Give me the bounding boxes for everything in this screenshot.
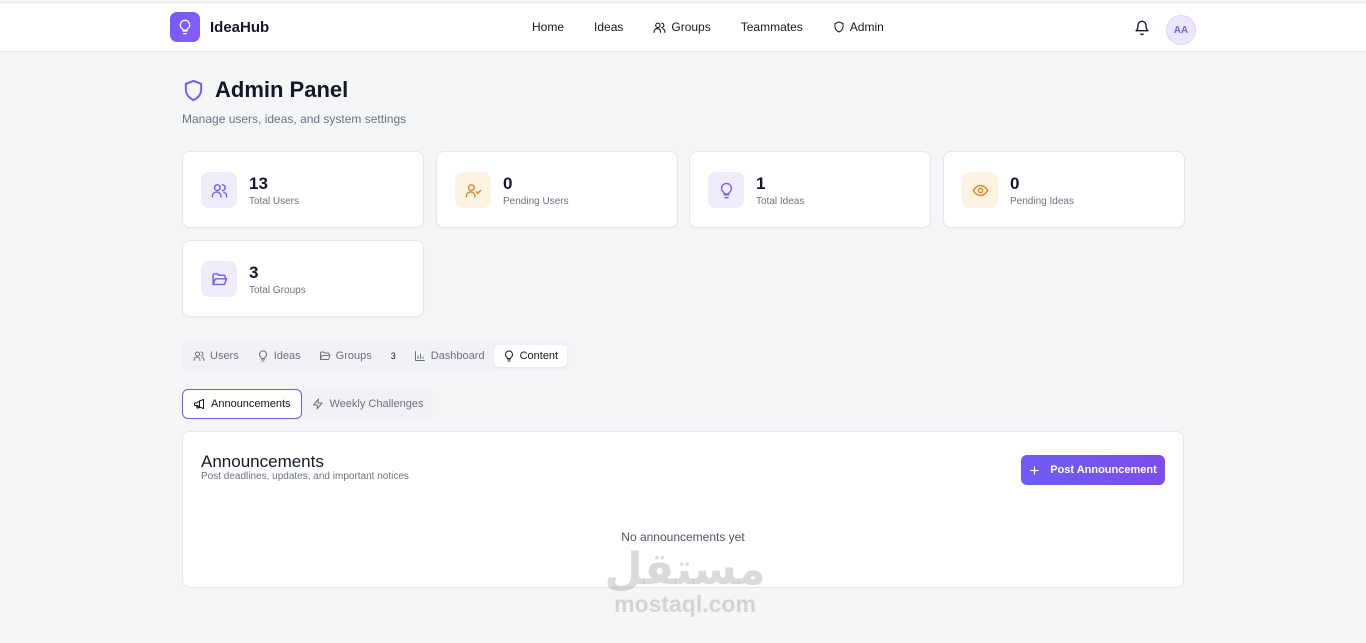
zap-icon: [312, 398, 324, 410]
admin-tabs: Users Ideas Groups 3 Dashboard Content: [182, 341, 570, 371]
page-header: Admin Panel: [182, 77, 348, 103]
nav-admin-label: Admin: [849, 20, 884, 34]
shield-icon: [182, 79, 205, 102]
stat-card-total-users: 13 Total Users: [182, 151, 424, 228]
stat-value: 1: [756, 174, 766, 193]
tab-ideas[interactable]: Ideas: [248, 345, 310, 367]
nav-teammates-label: Teammates: [740, 20, 803, 34]
folder-open-icon: [319, 350, 331, 362]
eye-icon: [962, 172, 998, 208]
stat-value: 3: [249, 263, 259, 282]
content-subtabs: Announcements Weekly Challenges: [182, 389, 434, 419]
tab-groups-count-badge: 3: [390, 351, 396, 361]
stat-card-total-groups: 3 Total Groups: [182, 240, 424, 317]
lightbulb-icon: [503, 350, 515, 362]
tab-groups-label: Groups: [335, 350, 372, 362]
subtab-weekly-challenges[interactable]: Weekly Challenges: [302, 389, 434, 419]
tab-content[interactable]: Content: [493, 345, 568, 367]
nav-groups-label: Groups: [671, 20, 711, 34]
stat-label: Total Groups: [249, 285, 306, 296]
announcements-title: Announcements: [201, 452, 324, 471]
lightbulb-icon: [170, 12, 200, 42]
main-nav: Home Ideas Groups Teammates Admin: [532, 20, 884, 34]
stat-label: Total Ideas: [756, 196, 805, 207]
stat-label: Pending Ideas: [1010, 196, 1074, 207]
tab-dashboard-label: Dashboard: [430, 350, 485, 362]
tab-users-label: Users: [210, 350, 239, 362]
stat-label: Pending Users: [503, 196, 569, 207]
nav-ideas[interactable]: Ideas: [594, 20, 623, 34]
subtab-announcements-label: Announcements: [211, 398, 291, 410]
page-title: Admin Panel: [215, 77, 349, 102]
nav-groups[interactable]: Groups: [653, 20, 711, 34]
subtab-weekly-challenges-label: Weekly Challenges: [329, 398, 424, 410]
stat-value: 13: [249, 174, 268, 193]
stat-card-pending-ideas: 0 Pending Ideas: [943, 151, 1185, 228]
folder-open-icon: [201, 261, 237, 297]
users-icon: [193, 350, 205, 362]
stat-card-pending-users: 0 Pending Users: [436, 151, 678, 228]
post-announcement-label: Post Announcement: [1050, 464, 1157, 476]
empty-state-text: No announcements yet: [621, 530, 745, 544]
tab-ideas-label: Ideas: [273, 350, 301, 362]
megaphone-icon: [193, 398, 205, 410]
tab-content-label: Content: [519, 350, 559, 362]
tab-dashboard[interactable]: Dashboard: [405, 345, 494, 367]
stat-value: 0: [1010, 174, 1020, 193]
notifications-bell-icon[interactable]: [1134, 20, 1150, 36]
brand[interactable]: IdeaHub: [170, 12, 269, 42]
top-navbar: IdeaHub Home Ideas Groups Teammates Admi…: [0, 2, 1366, 52]
subtab-announcements[interactable]: Announcements: [182, 389, 302, 419]
nav-home-label: Home: [532, 20, 565, 34]
announcements-panel: Announcements Post deadlines, updates, a…: [182, 431, 1184, 588]
nav-admin[interactable]: Admin: [833, 20, 884, 34]
stat-label: Total Users: [249, 196, 300, 207]
lightbulb-icon: [708, 172, 744, 208]
nav-teammates[interactable]: Teammates: [741, 20, 803, 34]
announcements-subtitle: Post deadlines, updates, and important n…: [201, 471, 409, 482]
post-announcement-button[interactable]: Post Announcement: [1021, 455, 1165, 485]
lightbulb-icon: [257, 350, 269, 362]
nav-home[interactable]: Home: [532, 20, 564, 34]
plus-icon: [1029, 465, 1040, 476]
bar-chart-icon: [414, 350, 426, 362]
user-check-icon: [455, 172, 491, 208]
users-icon: [201, 172, 237, 208]
stat-card-total-ideas: 1 Total Ideas: [689, 151, 931, 228]
shield-icon: [833, 21, 845, 33]
tab-users[interactable]: Users: [184, 345, 248, 367]
tab-groups[interactable]: Groups 3: [310, 345, 405, 367]
brand-name: IdeaHub: [210, 18, 270, 36]
nav-ideas-label: Ideas: [594, 20, 624, 34]
watermark-latin: mostaql.com: [614, 591, 756, 617]
page-subtitle: Manage users, ideas, and system settings: [182, 112, 407, 126]
user-avatar[interactable]: AA: [1166, 15, 1196, 45]
stat-value: 0: [503, 174, 513, 193]
users-icon: [653, 21, 666, 34]
